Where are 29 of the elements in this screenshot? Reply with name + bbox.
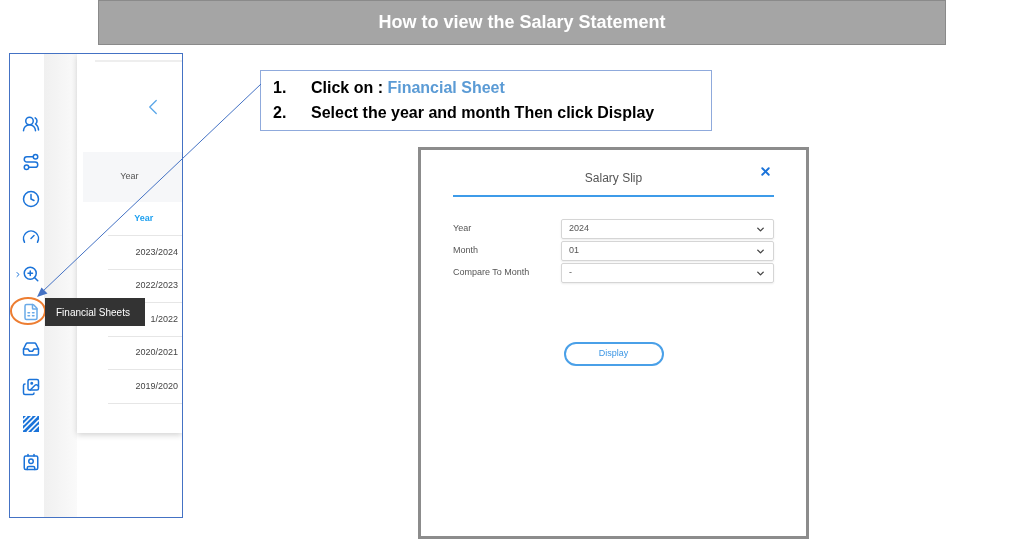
route-icon[interactable] <box>22 152 40 171</box>
header-label: Year <box>120 170 139 184</box>
spreadsheet-icon[interactable] <box>22 302 40 321</box>
inbox-icon[interactable] <box>22 340 40 358</box>
select-field[interactable]: 2024 <box>561 219 774 239</box>
field-label: Year <box>453 222 473 236</box>
clock-icon[interactable] <box>22 190 40 208</box>
slide-title: How to view the Salary Statement <box>378 11 666 34</box>
step-text: Select the year and month Then click Display <box>311 103 655 123</box>
table-cell: 2019/2020 <box>135 379 178 393</box>
table-cell: 2023/2024 <box>135 245 178 259</box>
field-label: Compare To Month <box>453 266 531 280</box>
dialog-title: Salary Slip <box>584 170 643 187</box>
users-icon[interactable] <box>22 115 40 133</box>
table-cell-text: 2022/2023 <box>135 279 178 292</box>
select-field[interactable]: 01 <box>561 241 774 261</box>
column-heading: Year <box>134 211 154 225</box>
hatched-square-icon[interactable] <box>22 415 40 433</box>
step-number: 1. <box>273 78 288 98</box>
step-text: Click on : Financial Sheet <box>311 78 505 98</box>
select-field[interactable]: - <box>561 263 774 283</box>
step-number: 2. <box>273 103 288 123</box>
gauge-icon[interactable] <box>22 227 40 246</box>
tooltip-text: Financial Sheets <box>56 305 130 320</box>
close-icon[interactable] <box>759 165 772 178</box>
table-cell-text: 2020/2021 <box>135 346 178 359</box>
table-cell: 1/2022 <box>150 312 178 326</box>
magnifier-icon[interactable] <box>22 265 40 283</box>
field-label: Month <box>453 244 479 258</box>
